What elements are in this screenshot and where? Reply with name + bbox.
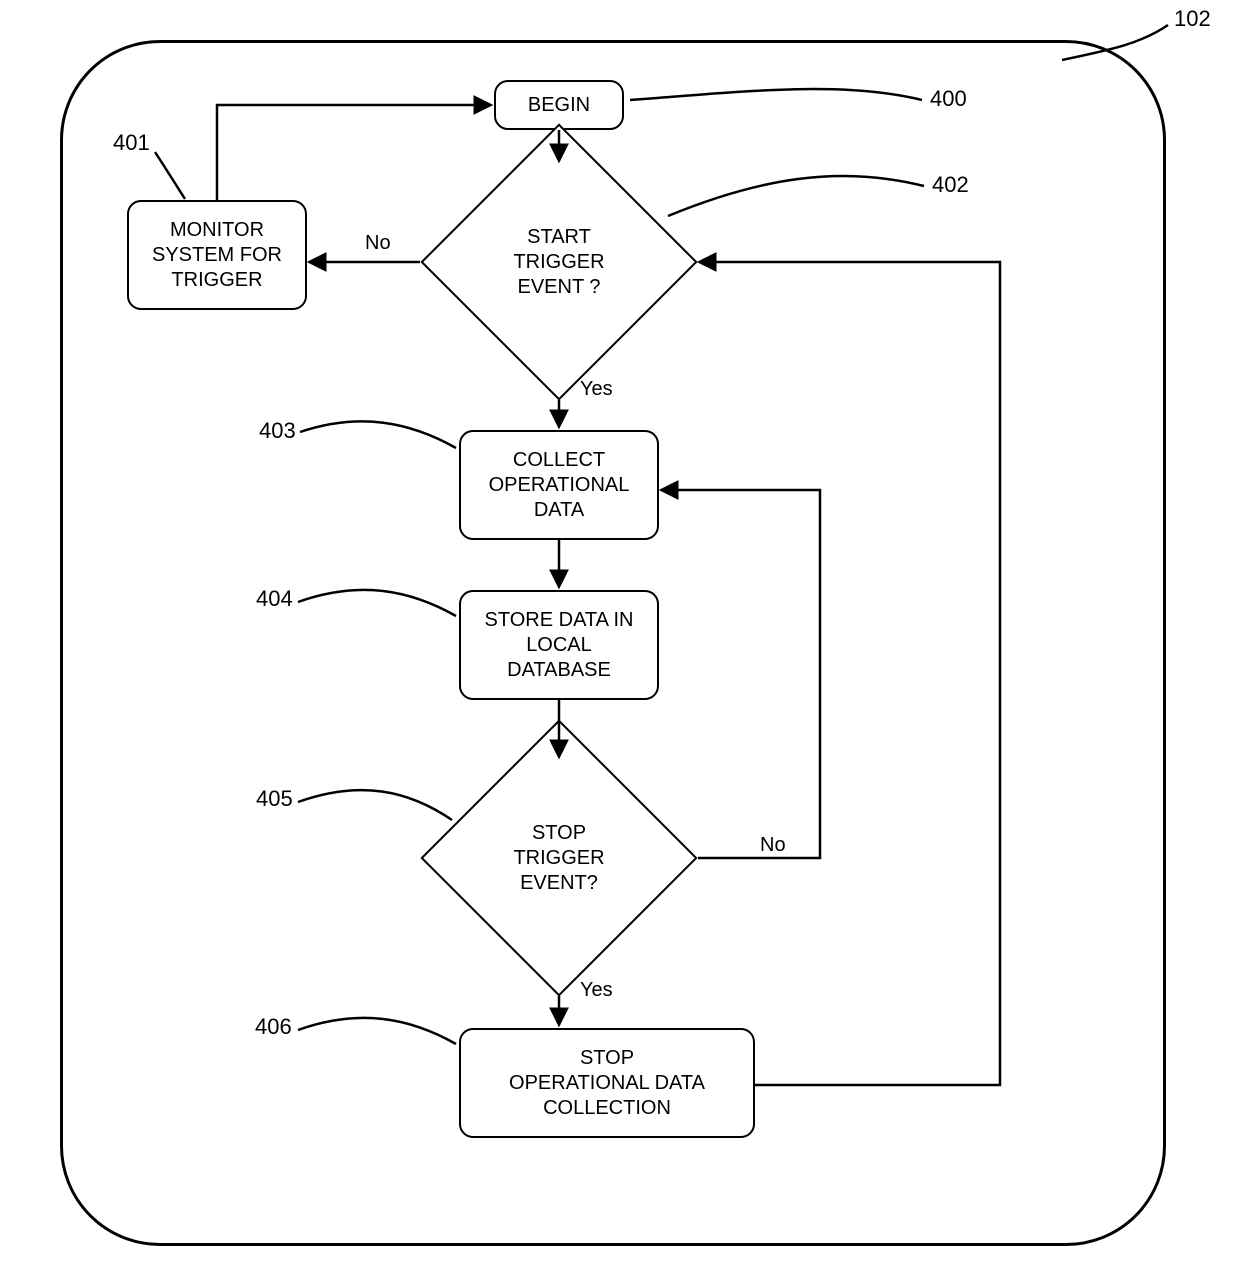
node-start-trigger-text: START TRIGGER EVENT ? [513, 225, 604, 300]
node-begin-text: BEGIN [528, 93, 590, 118]
node-collect: COLLECT OPERATIONAL DATA [459, 430, 659, 540]
ref-406: 406 [255, 1014, 292, 1040]
ref-403: 403 [259, 418, 296, 444]
ref-404: 404 [256, 586, 293, 612]
ref-405: 405 [256, 786, 293, 812]
node-store-text: STORE DATA IN LOCAL DATABASE [485, 608, 634, 683]
node-collect-text: COLLECT OPERATIONAL DATA [489, 448, 630, 523]
node-store: STORE DATA IN LOCAL DATABASE [459, 590, 659, 700]
edge-label-no-1: No [365, 232, 391, 255]
node-stop-trigger: STOP TRIGGER EVENT? [461, 760, 657, 956]
ref-400: 400 [930, 86, 967, 112]
edge-label-yes-1: Yes [580, 378, 613, 401]
edge-label-yes-2: Yes [580, 979, 613, 1002]
ref-402: 402 [932, 172, 969, 198]
node-monitor: MONITOR SYSTEM FOR TRIGGER [127, 200, 307, 310]
node-stop-trigger-text: STOP TRIGGER EVENT? [513, 821, 604, 896]
node-start-trigger: START TRIGGER EVENT ? [461, 164, 657, 360]
node-monitor-text: MONITOR SYSTEM FOR TRIGGER [152, 218, 282, 293]
node-stop-collect-text: STOP OPERATIONAL DATA COLLECTION [509, 1046, 705, 1121]
node-stop-collect: STOP OPERATIONAL DATA COLLECTION [459, 1028, 755, 1138]
flowchart-canvas: 102 BEGIN 400 MONITOR SYSTEM FOR TRIGGER… [0, 0, 1240, 1278]
ref-401: 401 [113, 130, 150, 156]
edge-label-no-2: No [760, 834, 786, 857]
frame-ref-label: 102 [1174, 6, 1211, 32]
